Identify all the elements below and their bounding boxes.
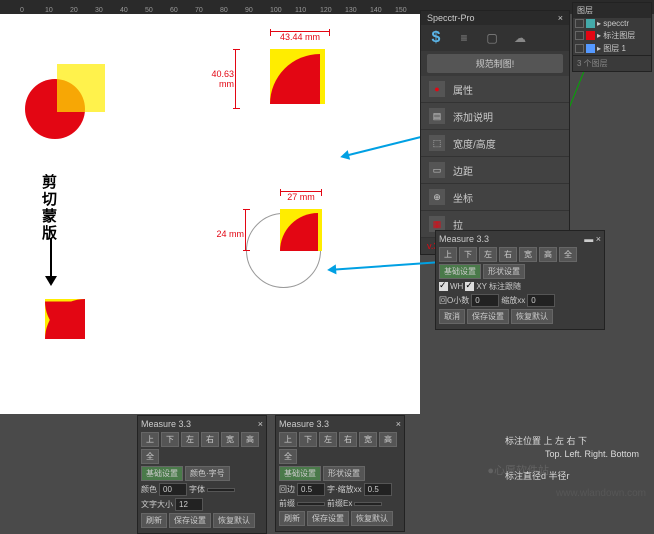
layer-row[interactable]: ▸ 图层 1 <box>573 42 651 55</box>
specctr-item-3[interactable]: ▭边距 <box>421 157 569 184</box>
dir-button[interactable]: 全 <box>559 247 577 262</box>
basic-tab[interactable]: 基础设置 <box>439 264 481 279</box>
dir-button[interactable]: 右 <box>201 432 219 447</box>
close-icon[interactable]: × <box>258 419 263 429</box>
dir-button[interactable]: 上 <box>141 432 159 447</box>
height-dimension: 40.63 mm <box>235 49 236 109</box>
dir-button[interactable]: 下 <box>161 432 179 447</box>
close-icon[interactable]: ▬ × <box>584 234 601 244</box>
specctr-item-1[interactable]: ▤添加说明 <box>421 103 569 130</box>
round-input[interactable]: 0 <box>471 294 499 307</box>
action-button[interactable]: 刷新 <box>279 511 305 526</box>
unit-input[interactable] <box>354 502 382 506</box>
layers-panel[interactable]: 图层 ▸ specctr▸ 标注图层▸ 图层 1 3 个图层 <box>572 2 652 72</box>
xy-checkbox[interactable] <box>465 282 474 291</box>
style-tab[interactable]: 形状设置 <box>323 466 365 481</box>
dir-button[interactable]: 右 <box>339 432 357 447</box>
cloud-icon[interactable]: ☁ <box>509 29 531 47</box>
panel-title[interactable]: Specctr-Pro× <box>421 11 569 25</box>
scale-input[interactable]: 0 <box>527 294 555 307</box>
colorfont-tab[interactable]: 颜色·字号 <box>185 466 230 481</box>
edge-input[interactable]: 0.5 <box>297 483 325 496</box>
action-button[interactable]: 保存设置 <box>169 513 211 528</box>
box-icon[interactable]: ▢ <box>481 29 503 47</box>
dir-button[interactable]: 左 <box>319 432 337 447</box>
dir-button[interactable]: 上 <box>439 247 457 262</box>
width-dimension-2: 27 mm <box>280 191 322 202</box>
word-input[interactable]: 0.5 <box>364 483 392 496</box>
action-button[interactable]: 取消 <box>439 309 465 324</box>
visibility-icon[interactable] <box>575 44 584 53</box>
dir-button[interactable]: 高 <box>241 432 259 447</box>
basic-tab[interactable]: 基础设置 <box>279 466 321 481</box>
dir-button[interactable]: 高 <box>539 247 557 262</box>
panel-title[interactable]: 图层 <box>573 3 651 18</box>
panel-title[interactable]: Measure 3.3 <box>141 419 191 429</box>
height-dimension-2: 24 mm <box>245 209 246 251</box>
action-button[interactable]: 恢复默认 <box>511 309 553 324</box>
dir-button[interactable]: 高 <box>379 432 397 447</box>
dir-button[interactable]: 下 <box>299 432 317 447</box>
generate-button[interactable]: 规范制图! <box>427 54 563 73</box>
close-icon[interactable]: × <box>396 419 401 429</box>
measured-shape-2[interactable]: 27 mm 24 mm <box>280 209 322 251</box>
dir-button[interactable]: 全 <box>279 449 297 464</box>
artboard[interactable]: 剪切蒙版 43.44 mm 40.63 mm 27 mm 24 mm <box>0 14 420 414</box>
dir-button[interactable]: 左 <box>479 247 497 262</box>
dir-button[interactable]: 上 <box>279 432 297 447</box>
dir-button[interactable]: 宽 <box>359 432 377 447</box>
dir-button[interactable]: 全 <box>141 449 159 464</box>
visibility-icon[interactable] <box>575 31 584 40</box>
basic-tab[interactable]: 基础设置 <box>141 466 183 481</box>
dir-button[interactable]: 宽 <box>519 247 537 262</box>
specctr-item-4[interactable]: ⊕坐标 <box>421 184 569 211</box>
watermark-logo: ●心愿软件站 <box>487 462 549 478</box>
layer-row[interactable]: ▸ 标注图层 <box>573 29 651 42</box>
watermark-url: www.wlandown.com <box>556 488 646 499</box>
action-button[interactable]: 恢复默认 <box>351 511 393 526</box>
measure-panel-3[interactable]: Measure 3.3× 上下左右宽高全 基础设置形状设置 回边0.5 字·缩放… <box>275 415 405 532</box>
action-button[interactable]: 刷新 <box>141 513 167 528</box>
font-input[interactable] <box>207 488 235 492</box>
down-arrow-icon <box>50 239 52 284</box>
measured-shape-1[interactable]: 43.44 mm 40.63 mm <box>270 49 325 104</box>
specctr-panel[interactable]: Specctr-Pro× $ ≡ ▢ ☁ 规范制图! ●属性▤添加说明⬚宽度/高… <box>420 10 570 255</box>
specctr-logo-icon[interactable]: $ <box>425 29 447 47</box>
close-icon[interactable]: × <box>558 13 563 23</box>
width-dimension: 43.44 mm <box>270 31 330 42</box>
layer-count: 3 个图层 <box>573 55 651 71</box>
layer-row[interactable]: ▸ specctr <box>573 18 651 29</box>
color-input[interactable]: 00 <box>159 483 187 496</box>
measure-panel-main[interactable]: Measure 3.3▬ × 上下左右宽高全 基础设置形状设置 WH XY 标注… <box>435 230 605 330</box>
clip-result-shape[interactable] <box>45 299 85 339</box>
visibility-icon[interactable] <box>575 19 584 28</box>
action-button[interactable]: 保存设置 <box>307 511 349 526</box>
style-tab[interactable]: 形状设置 <box>483 264 525 279</box>
prefix-input[interactable] <box>297 502 325 506</box>
specctr-item-0[interactable]: ●属性 <box>421 76 569 103</box>
wh-checkbox[interactable] <box>439 282 448 291</box>
dir-button[interactable]: 左 <box>181 432 199 447</box>
dir-button[interactable]: 下 <box>459 247 477 262</box>
yellow-square[interactable] <box>57 64 105 112</box>
panel-title[interactable]: Measure 3.3 <box>279 419 329 429</box>
action-button[interactable]: 保存设置 <box>467 309 509 324</box>
specctr-item-2[interactable]: ⬚宽度/高度 <box>421 130 569 157</box>
dir-button[interactable]: 右 <box>499 247 517 262</box>
size-input[interactable]: 12 <box>175 498 203 511</box>
action-button[interactable]: 恢复默认 <box>213 513 255 528</box>
dir-button[interactable]: 宽 <box>221 432 239 447</box>
clip-mask-label: 剪切蒙版 <box>38 174 59 242</box>
measure-panel-2[interactable]: Measure 3.3× 上下左右宽高全 基础设置颜色·字号 颜色00 字体 文… <box>137 415 267 534</box>
panel-title[interactable]: Measure 3.3 <box>439 234 489 244</box>
list-icon[interactable]: ≡ <box>453 29 475 47</box>
